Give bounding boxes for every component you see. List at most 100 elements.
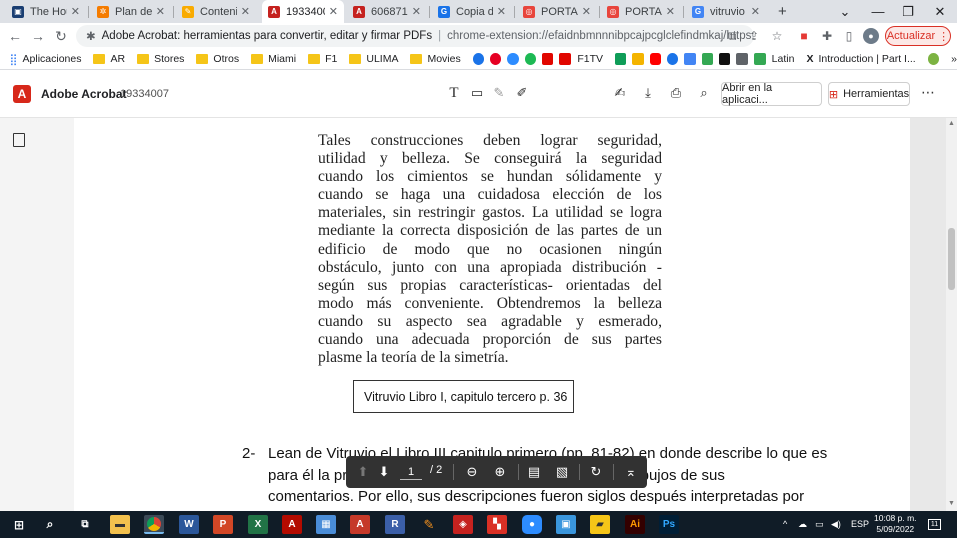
text-tool-icon[interactable]: T	[445, 84, 463, 102]
tab-search-icon[interactable]: ⌄	[831, 0, 859, 23]
language-indicator[interactable]: ESP	[851, 519, 869, 529]
task-view-icon[interactable]: ⧉	[75, 515, 95, 534]
f1-icon[interactable]	[542, 53, 554, 65]
fit-page-icon[interactable]: ▤	[525, 463, 543, 481]
bookmark-f1tv[interactable]: F1TV	[559, 53, 603, 65]
docs-icon[interactable]	[684, 53, 696, 65]
network-icon[interactable]: ☁	[798, 519, 807, 530]
volume-icon[interactable]: ◀)	[831, 519, 841, 530]
sticky-notes-icon[interactable]: ▰	[590, 515, 610, 534]
maximize-button[interactable]: ❐	[894, 0, 922, 23]
sheets-icon[interactable]	[615, 53, 627, 65]
page-number-input[interactable]: 1	[400, 464, 422, 480]
tab-4[interactable]: A 19334007 ✕	[262, 0, 344, 23]
battery-icon[interactable]: ▭	[815, 519, 824, 530]
bookmark-star-icon[interactable]: ☆	[769, 28, 785, 44]
sketch-icon[interactable]: ✎	[419, 515, 439, 534]
tab-1[interactable]: ▣ The House ✕	[6, 0, 86, 23]
vertical-scrollbar[interactable]: ▲ ▼	[946, 118, 957, 511]
tab-close-icon[interactable]: ✕	[329, 5, 338, 18]
bookmark-folder-f1[interactable]: F1	[308, 53, 337, 65]
drive-icon[interactable]	[701, 53, 713, 65]
tab-8[interactable]: ◎ PORTAFOL ✕	[601, 0, 681, 23]
keep-icon[interactable]	[632, 53, 644, 65]
notion-icon[interactable]	[719, 53, 731, 65]
fill-sign-icon[interactable]: ✍	[611, 84, 629, 102]
app-icon[interactable]: ◈	[453, 515, 473, 534]
extension-red-icon[interactable]: ■	[796, 28, 812, 44]
powerpoint-icon[interactable]: P	[213, 515, 233, 534]
acrobat-taskbar-icon[interactable]: A	[282, 515, 302, 534]
share-icon[interactable]: ⇪	[746, 28, 762, 44]
windows-start-icon[interactable]: ⊞	[9, 515, 29, 534]
reload-icon[interactable]: ↻	[51, 26, 71, 46]
revit-icon[interactable]: R	[385, 515, 405, 534]
download-icon[interactable]: ⤓	[639, 84, 657, 102]
bookmark-folder-ulima[interactable]: ULIMA	[349, 53, 398, 65]
tab-5[interactable]: A 6068713.p ✕	[347, 0, 427, 23]
bookmark-folder-movies[interactable]: Movies	[410, 53, 461, 65]
chrome-site-icon[interactable]	[667, 53, 679, 65]
print-icon[interactable]: ⎙	[667, 84, 685, 102]
rotate-icon[interactable]: ↻	[587, 463, 605, 481]
youtube-icon[interactable]	[649, 53, 662, 65]
collapse-toolbar-icon[interactable]: ⌅	[622, 463, 640, 481]
translate-icon[interactable]: ⧉	[724, 28, 740, 44]
search-icon[interactable]: ⌕	[695, 84, 713, 102]
notifications-icon[interactable]: 11	[928, 519, 941, 530]
illustrator-icon[interactable]: Ai	[625, 515, 645, 534]
tab-close-icon[interactable]: ✕	[751, 5, 760, 18]
draw-icon[interactable]: ✐	[513, 84, 531, 102]
open-in-app-button[interactable]: Abrir en la aplicaci...	[721, 82, 822, 106]
zoom-in-icon[interactable]: ⊕	[491, 463, 509, 481]
tab-close-icon[interactable]: ✕	[156, 5, 165, 18]
autocad-icon[interactable]: A	[350, 515, 370, 534]
bookmark-latin[interactable]: Latin	[753, 53, 794, 65]
scroll-down-icon[interactable]: ▼	[948, 500, 955, 507]
clock[interactable]: 10:08 p. m. 5/09/2022	[874, 513, 917, 535]
forward-icon[interactable]: →	[28, 26, 48, 46]
search-icon[interactable]: ⌕	[40, 515, 60, 534]
scrollbar-thumb[interactable]	[948, 228, 955, 290]
photoshop-icon[interactable]: Ps	[659, 515, 679, 534]
bookmark-folder-stores[interactable]: Stores	[137, 53, 184, 65]
app-icon[interactable]: ▚	[487, 515, 507, 534]
bookmark-folder-ar[interactable]: AR	[93, 53, 125, 65]
chrome-icon[interactable]	[144, 515, 164, 534]
extensions-icon[interactable]: ✚	[819, 28, 835, 44]
previous-page-icon[interactable]: ⬆	[354, 463, 372, 481]
fit-width-icon[interactable]: ▧	[553, 463, 571, 481]
bookmark-folder-miami[interactable]: Miami	[251, 53, 296, 65]
zoom-taskbar-icon[interactable]: ●	[522, 515, 542, 534]
more-options-icon[interactable]: ⋯	[921, 84, 935, 101]
next-page-icon[interactable]: ⬇	[375, 463, 393, 481]
scroll-up-icon[interactable]: ▲	[948, 120, 955, 127]
calculator-icon[interactable]: ▦	[316, 515, 336, 534]
file-explorer-icon[interactable]: ▬	[110, 515, 130, 534]
tools-button[interactable]: ⊞ Herramientas	[828, 82, 910, 106]
bookmark-introduction[interactable]: X Introduction | Part I...	[806, 53, 915, 65]
new-tab-button[interactable]: +	[772, 0, 796, 23]
bookmark-folder-otros[interactable]: Otros	[196, 53, 239, 65]
back-icon[interactable]: ←	[5, 26, 25, 46]
bookmark-site-icon[interactable]	[736, 53, 748, 65]
tab-close-icon[interactable]: ✕	[666, 5, 675, 18]
tab-close-icon[interactable]: ✕	[497, 5, 506, 18]
tab-9[interactable]: Gvitruvio - F ✕	[686, 0, 766, 23]
address-bar[interactable]: ✱ Adobe Acrobat: herramientas para conve…	[76, 25, 754, 47]
minimize-button[interactable]: —	[864, 0, 892, 23]
highlight-icon[interactable]: ✎	[490, 84, 508, 102]
bookmark-site-icon[interactable]	[927, 53, 940, 65]
excel-icon[interactable]: X	[248, 515, 268, 534]
tray-chevron-icon[interactable]: ^	[783, 519, 787, 529]
tab-close-icon[interactable]: ✕	[241, 5, 250, 18]
profile-avatar[interactable]: ●	[863, 28, 879, 44]
more-bookmarks-icon[interactable]: »	[951, 53, 957, 65]
tab-6[interactable]: G Copia de R ✕	[432, 0, 512, 23]
bookmark-site-icon[interactable]	[472, 53, 485, 65]
zoom-out-icon[interactable]: ⊖	[463, 463, 481, 481]
tab-2[interactable]: ✲ Plan de es ✕	[91, 0, 171, 23]
comment-icon[interactable]: ▭	[468, 84, 486, 102]
update-button[interactable]: Actualizar ⋮	[885, 26, 951, 46]
tab-close-icon[interactable]: ✕	[582, 5, 591, 18]
